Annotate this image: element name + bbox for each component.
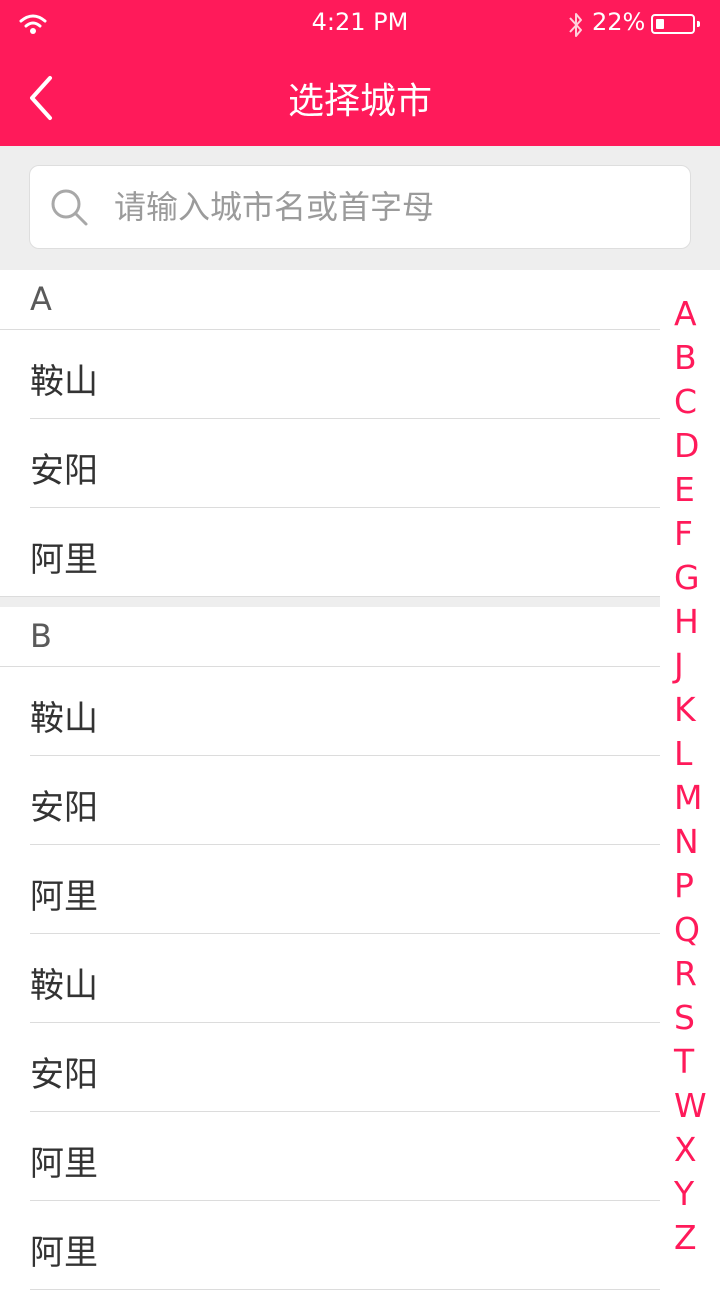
- city-item[interactable]: 安阳: [0, 1023, 660, 1112]
- city-item[interactable]: 阿里: [0, 508, 660, 597]
- status-bar: 4:21 PM 22%: [0, 0, 720, 48]
- battery-fill: [656, 19, 664, 29]
- city-name: 阿里: [30, 1144, 98, 1184]
- index-letter[interactable]: N: [664, 820, 720, 864]
- city-item[interactable]: 鞍山: [0, 667, 660, 756]
- index-letter[interactable]: M: [664, 776, 720, 820]
- battery-nub: [697, 21, 700, 27]
- city-list: A 鞍山 安阳 阿里 B 鞍山 安阳 阿里 鞍山 安阳 阿里 阿里: [0, 270, 660, 1290]
- battery-percentage: 22%: [592, 8, 646, 36]
- city-name: 鞍山: [30, 362, 98, 402]
- index-letter[interactable]: X: [664, 1128, 720, 1172]
- section-divider: [0, 597, 660, 607]
- index-letter[interactable]: A: [664, 292, 720, 336]
- index-letter[interactable]: Y: [664, 1172, 720, 1216]
- index-letter[interactable]: E: [664, 468, 720, 512]
- index-letter[interactable]: D: [664, 424, 720, 468]
- section-letter: A: [30, 280, 52, 318]
- city-item[interactable]: 阿里: [0, 845, 660, 934]
- city-item[interactable]: 阿里: [0, 1201, 660, 1290]
- city-name: 安阳: [30, 1055, 98, 1095]
- index-letter[interactable]: Z: [664, 1216, 720, 1260]
- index-letter[interactable]: Q: [664, 908, 720, 952]
- search-icon: [51, 189, 88, 226]
- city-name: 阿里: [30, 1233, 98, 1273]
- city-item[interactable]: 安阳: [0, 756, 660, 845]
- city-name: 鞍山: [30, 699, 98, 739]
- search-area: [0, 146, 720, 270]
- navigation-bar: 4:21 PM 22% 选择城市: [0, 0, 720, 146]
- city-item[interactable]: 鞍山: [0, 934, 660, 1023]
- city-name: 鞍山: [30, 966, 98, 1006]
- index-letter[interactable]: P: [664, 864, 720, 908]
- index-letter[interactable]: L: [664, 732, 720, 776]
- section-letter: B: [30, 617, 52, 655]
- city-name: 安阳: [30, 451, 98, 491]
- index-letter[interactable]: W: [664, 1084, 720, 1128]
- index-letter[interactable]: S: [664, 996, 720, 1040]
- section-header: B: [0, 607, 660, 667]
- city-item[interactable]: 鞍山: [0, 330, 660, 419]
- index-letter[interactable]: K: [664, 688, 720, 732]
- section-header: A: [0, 270, 660, 330]
- battery-icon: [651, 14, 700, 34]
- search-input[interactable]: [114, 182, 654, 232]
- index-letter[interactable]: T: [664, 1040, 720, 1084]
- city-item[interactable]: 安阳: [0, 419, 660, 508]
- city-name: 阿里: [30, 877, 98, 917]
- page-title: 选择城市: [287, 81, 432, 122]
- city-name: 安阳: [30, 788, 98, 828]
- index-letter[interactable]: G: [664, 556, 720, 600]
- alphabet-index[interactable]: ABCDEFGHJKLMNPQRSTWXYZ: [664, 292, 720, 1260]
- index-letter[interactable]: J: [664, 644, 720, 688]
- city-name: 阿里: [30, 540, 98, 580]
- bluetooth-icon: [569, 13, 582, 37]
- index-letter[interactable]: C: [664, 380, 720, 424]
- index-letter[interactable]: F: [664, 512, 720, 556]
- index-letter[interactable]: B: [664, 336, 720, 380]
- index-letter[interactable]: H: [664, 600, 720, 644]
- search-box[interactable]: [29, 165, 691, 249]
- index-letter[interactable]: R: [664, 952, 720, 996]
- city-item[interactable]: 阿里: [0, 1112, 660, 1201]
